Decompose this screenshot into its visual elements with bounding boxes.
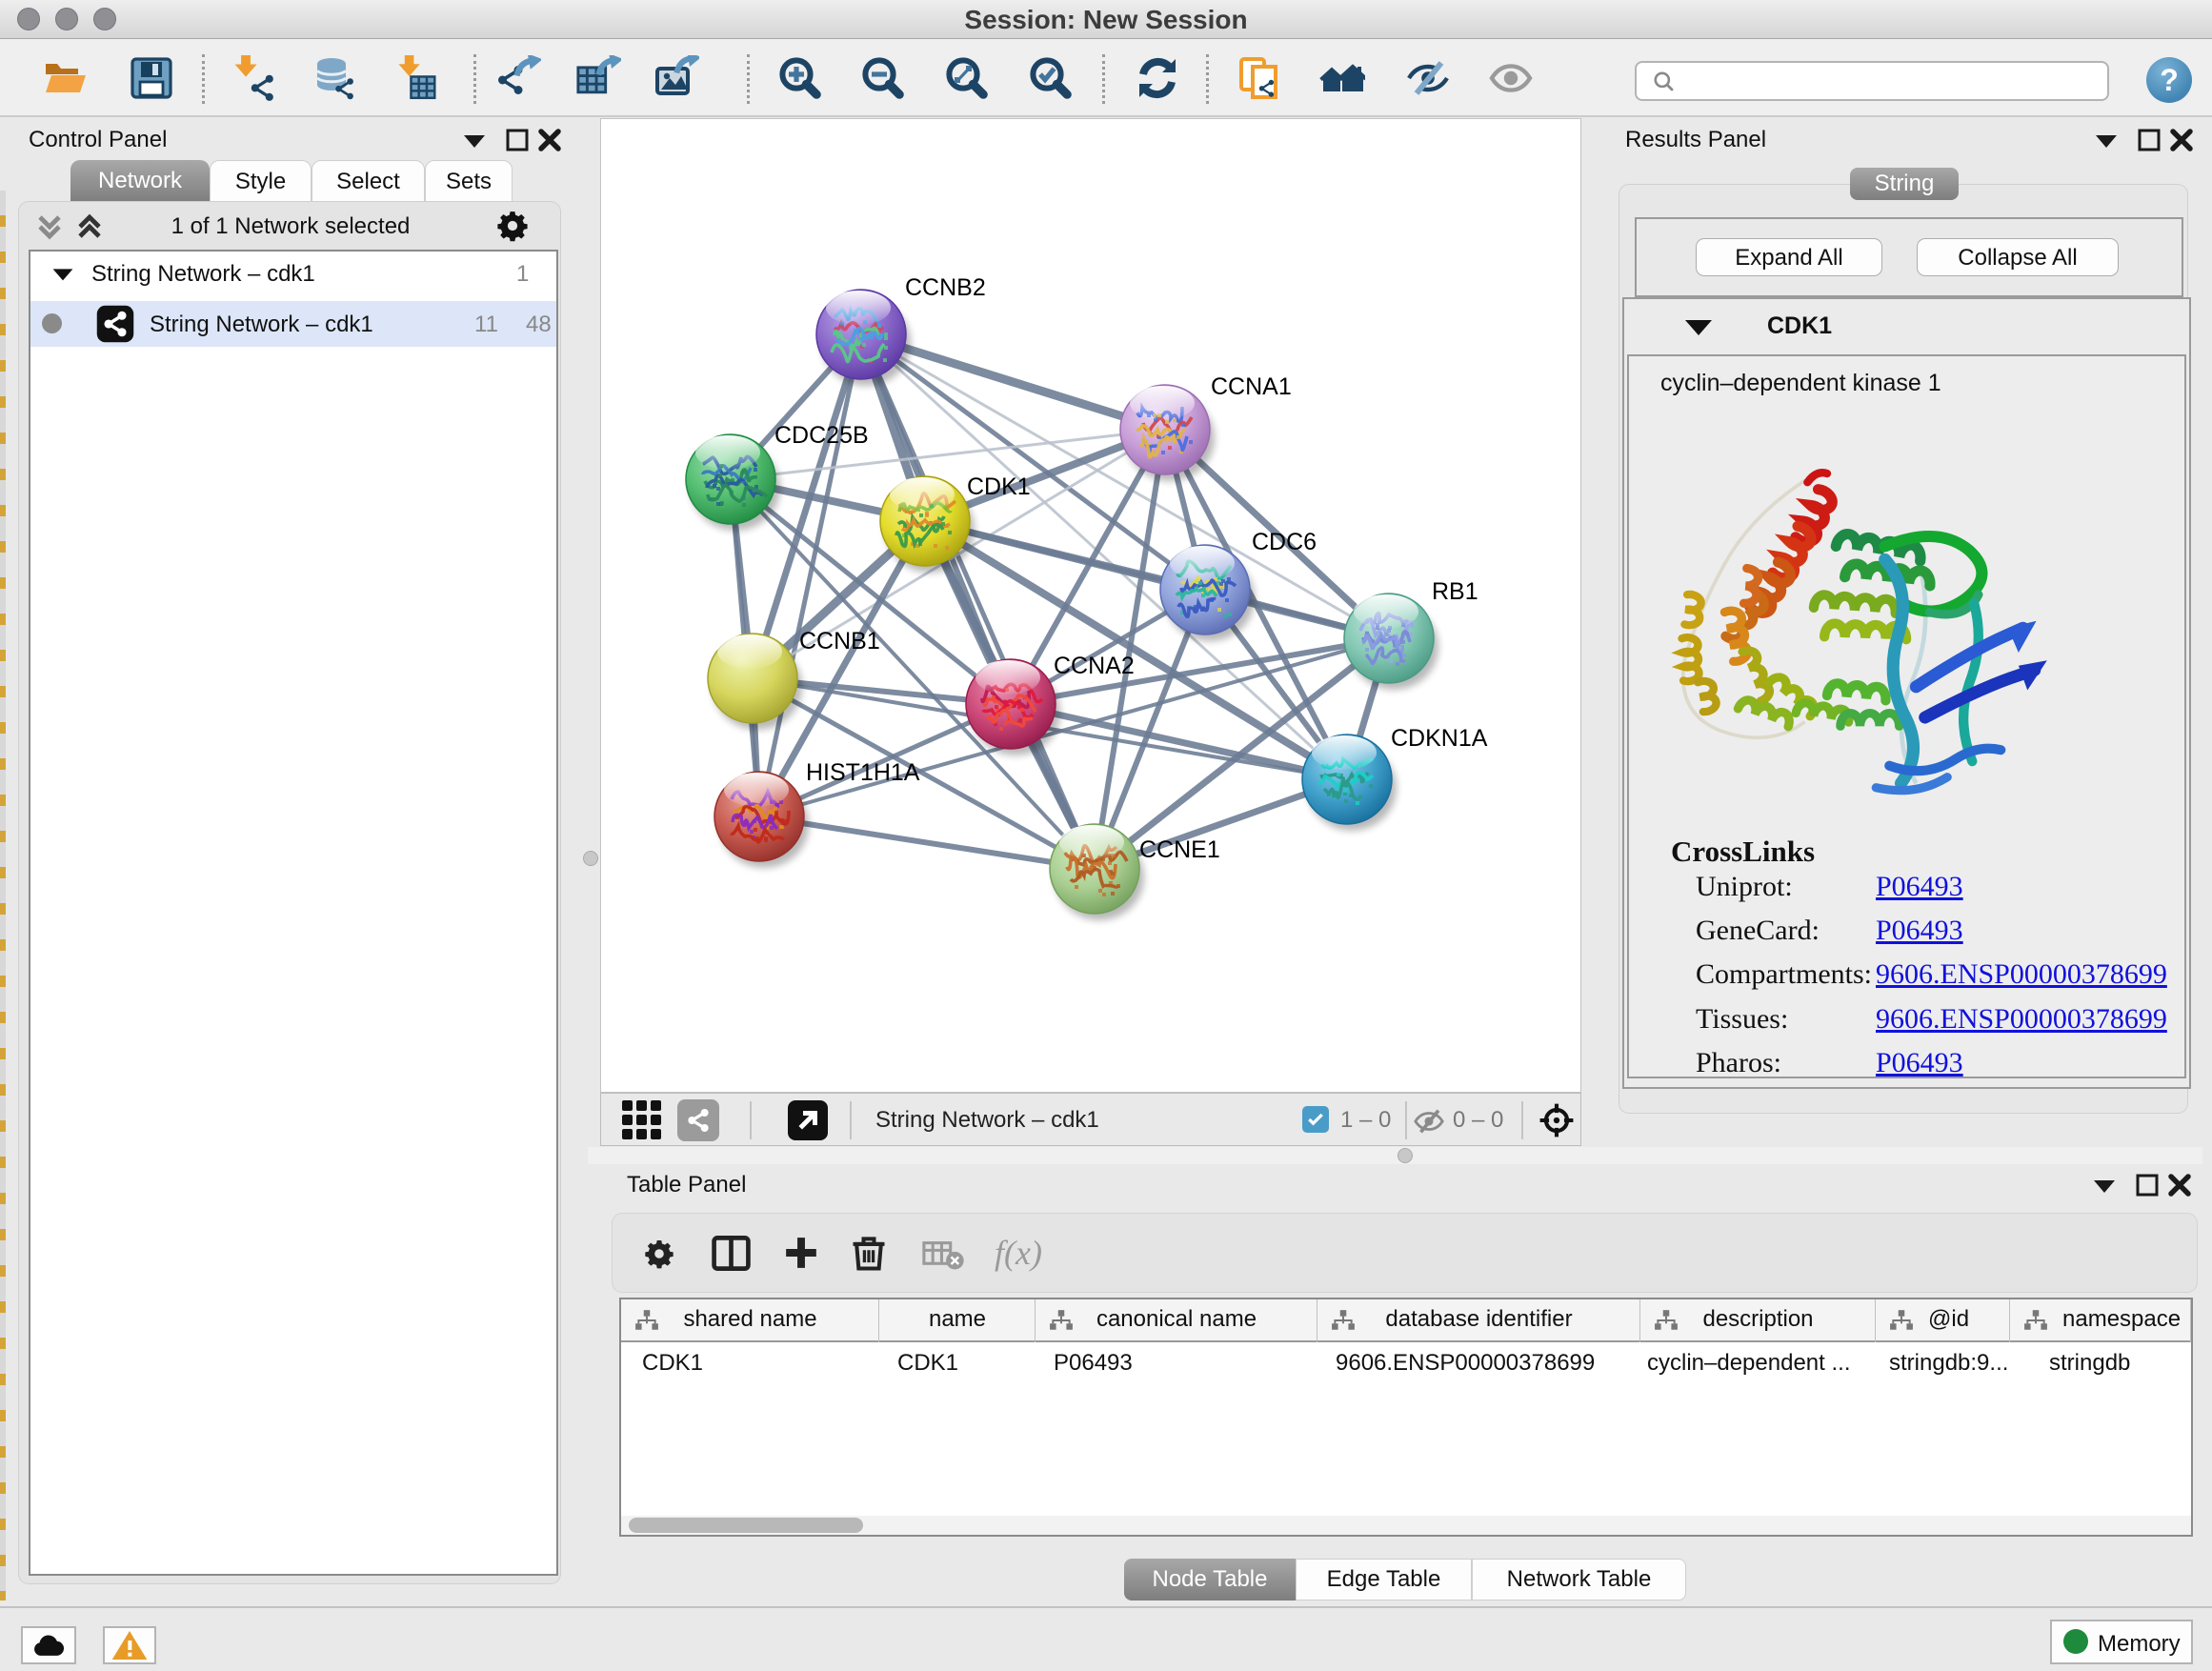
svg-text:CDC6: CDC6 bbox=[1252, 529, 1317, 555]
svg-text:CCNB1: CCNB1 bbox=[799, 628, 880, 654]
svg-text:CCNE1: CCNE1 bbox=[1139, 836, 1220, 863]
svg-text:HIST1H1A: HIST1H1A bbox=[806, 759, 920, 786]
svg-text:CDKN1A: CDKN1A bbox=[1391, 725, 1488, 752]
svg-text:CDC25B: CDC25B bbox=[774, 422, 869, 449]
svg-text:RB1: RB1 bbox=[1432, 578, 1478, 605]
svg-text:CDK1: CDK1 bbox=[967, 473, 1031, 500]
svg-text:CCNA1: CCNA1 bbox=[1211, 373, 1292, 400]
svg-text:CCNB2: CCNB2 bbox=[905, 274, 986, 301]
svg-text:CCNA2: CCNA2 bbox=[1054, 653, 1135, 679]
